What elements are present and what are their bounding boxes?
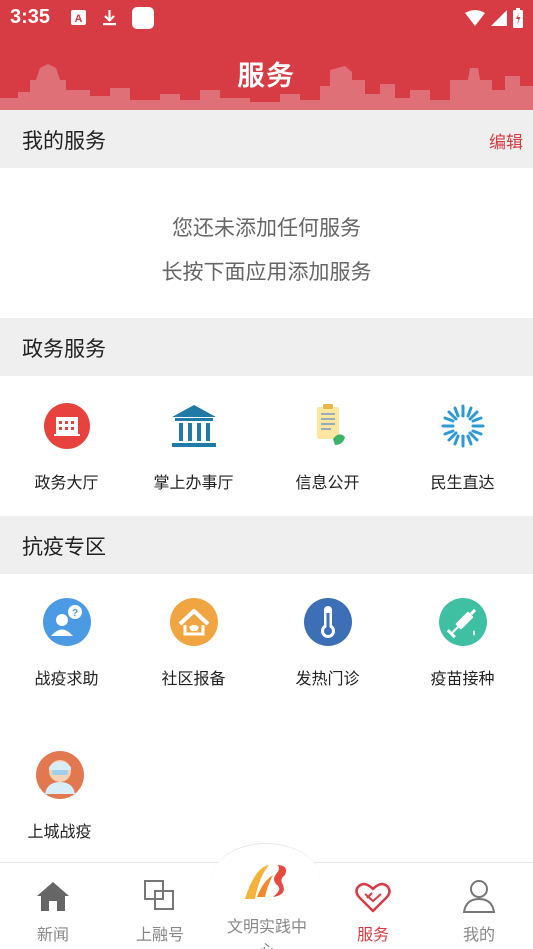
edit-button[interactable]: 编辑 (489, 128, 523, 153)
tab-mine[interactable]: 我的 (434, 877, 524, 945)
syringe-icon (438, 598, 487, 646)
page-header: 服务 (0, 36, 533, 110)
service-item-help[interactable]: ? 战疫求助 (0, 597, 133, 689)
service-label: 信息公开 (295, 473, 360, 492)
tab-label: 上融号 (135, 925, 184, 944)
my-services-empty-state: 您还未添加任何服务 长按下面应用添加服务 (0, 168, 533, 318)
wifi-icon (465, 10, 485, 26)
gov-services-title: 政务服务 (22, 337, 106, 361)
thermometer-icon (303, 598, 352, 646)
bottom-tab-bar: 新闻 上融号 文明实践中心 服务 我的 (0, 843, 533, 949)
page-title: 服务 (237, 61, 296, 92)
sunburst-icon (441, 404, 484, 448)
service-label: 政务大厅 (34, 473, 99, 492)
epidemic-header: 抗疫专区 (0, 516, 533, 574)
status-bar: 3:35 A (0, 0, 533, 36)
service-item-livelihood[interactable]: 民生直达 (396, 401, 529, 493)
person-icon (462, 880, 496, 913)
service-item-fever-clinic[interactable]: 发热门诊 (261, 597, 394, 689)
home-icon (37, 882, 69, 911)
my-services-title: 我的服务 (22, 129, 106, 153)
service-item-gov-hall[interactable]: 政务大厅 (0, 401, 133, 493)
service-item-community[interactable]: 社区报备 (127, 597, 260, 689)
community-house-icon (169, 598, 218, 646)
service-label: 民生直达 (430, 473, 495, 492)
svg-text:A: A (75, 13, 83, 25)
epidemic-title: 抗疫专区 (22, 535, 106, 559)
government-hall-icon (43, 403, 90, 449)
service-item-mobile-hall[interactable]: 掌上办事厅 (127, 401, 260, 493)
a-notification-icon: A (71, 10, 86, 25)
tab-label: 文明实践中心 (226, 917, 307, 949)
tab-shangrong[interactable]: 上融号 (115, 877, 205, 945)
empty-message-line1: 您还未添加任何服务 (172, 216, 361, 240)
heart-hands-icon (355, 882, 391, 913)
service-item-info-public[interactable]: 信息公开 (261, 401, 394, 493)
battery-icon (513, 8, 523, 28)
tab-civilization-center[interactable]: 文明实践中心 (222, 857, 312, 949)
service-label: 疫苗接种 (430, 669, 495, 688)
svg-text:?: ? (71, 608, 77, 619)
tab-label: 服务 (356, 925, 389, 944)
signal-icon (491, 10, 507, 26)
tab-service[interactable]: 服务 (328, 877, 418, 945)
service-label: 战疫求助 (34, 669, 99, 688)
squares-icon (144, 880, 174, 910)
medical-worker-icon (35, 751, 84, 799)
tab-news[interactable]: 新闻 (8, 877, 98, 945)
document-icon (316, 404, 345, 445)
service-label: 掌上办事厅 (153, 473, 234, 492)
help-person-icon: ? (42, 598, 91, 646)
tab-label: 新闻 (36, 925, 69, 944)
tab-label: 我的 (462, 925, 495, 944)
service-item-vaccine[interactable]: 疫苗接种 (396, 597, 529, 689)
app-notification-icon (132, 7, 154, 29)
service-item-shangcheng[interactable]: 上城战疫 (0, 750, 126, 842)
bank-building-icon (171, 405, 216, 447)
gov-services-header: 政务服务 (0, 318, 533, 376)
status-time: 3:35 (10, 6, 51, 28)
download-icon (103, 10, 116, 26)
service-label: 发热门诊 (295, 669, 360, 688)
my-services-header: 我的服务 编辑 (0, 110, 533, 168)
service-label: 上城战疫 (27, 822, 92, 841)
civilization-logo-icon (245, 865, 286, 899)
service-label: 社区报备 (161, 669, 226, 688)
empty-message-line2: 长按下面应用添加服务 (161, 260, 372, 284)
